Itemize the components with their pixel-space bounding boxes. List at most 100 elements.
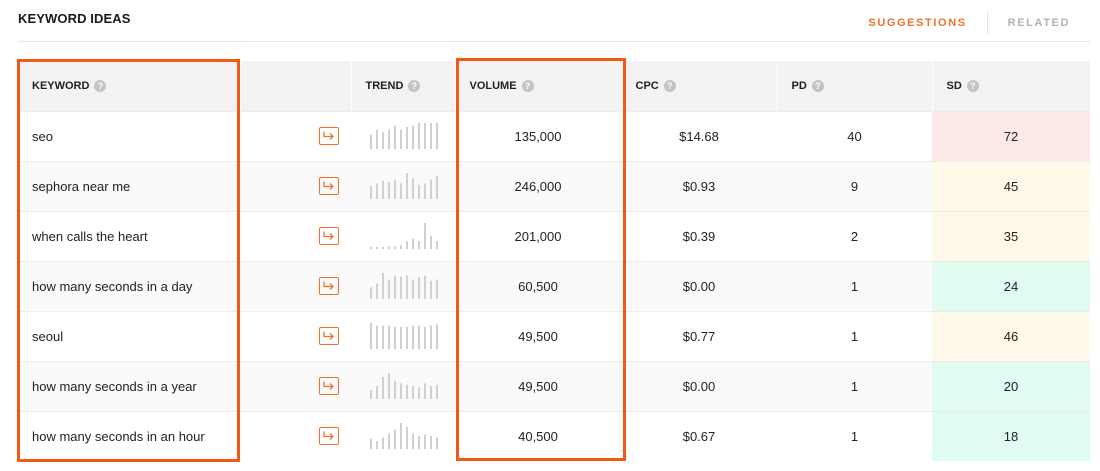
trend-bar	[406, 275, 408, 299]
trend-bar	[436, 123, 438, 149]
sd-cell: 20	[932, 360, 1090, 411]
table-row[interactable]: how many seconds in a day 60,500 $0.00 1…	[18, 260, 1090, 311]
trend-bar	[370, 134, 372, 149]
open-keyword-button[interactable]	[319, 227, 339, 245]
trend-bar	[382, 325, 384, 349]
table-row[interactable]: when calls the heart 201,000 $0.39 2 35	[18, 210, 1090, 261]
column-header-keyword[interactable]: KEYWORD?	[18, 61, 241, 111]
pd-cell: 9	[777, 160, 932, 211]
keyword-cell[interactable]: when calls the heart	[18, 210, 240, 261]
table-row[interactable]: how many seconds in an hour 40,500 $0.67…	[18, 410, 1090, 461]
trend-sparkline	[370, 373, 438, 399]
column-header-action	[240, 61, 352, 111]
trend-bar	[424, 326, 426, 349]
trend-bar	[412, 325, 414, 349]
trend-bar	[406, 241, 408, 249]
keyword-cell[interactable]: sephora near me	[18, 160, 240, 211]
arrow-return-icon	[323, 131, 334, 140]
trend-bar	[418, 325, 420, 349]
trend-bar	[388, 279, 390, 299]
table-row[interactable]: how many seconds in a year 49,500 $0.00 …	[18, 360, 1090, 411]
trend-bar	[382, 132, 384, 149]
trend-bar	[394, 246, 396, 249]
column-header-trend[interactable]: TREND?	[351, 61, 456, 111]
tab-suggestions[interactable]: SUGGESTIONS	[868, 17, 966, 29]
trend-bar	[424, 183, 426, 199]
pd-cell: 1	[777, 260, 932, 311]
trend-bar	[370, 389, 372, 399]
trend-bar	[370, 323, 372, 349]
cpc-cell: $0.67	[621, 410, 777, 461]
table-row[interactable]: sephora near me 246,000 $0.93 9 45	[18, 160, 1090, 211]
help-icon[interactable]: ?	[811, 79, 824, 92]
volume-cell: 135,000	[455, 110, 621, 161]
trend-bar	[406, 427, 408, 450]
page-title: KEYWORD IDEAS	[18, 11, 131, 26]
volume-cell: 40,500	[455, 410, 621, 461]
open-keyword-button[interactable]	[319, 427, 339, 446]
trend-sparkline	[370, 423, 438, 450]
trend-bar	[388, 325, 390, 349]
tab-related[interactable]: RELATED	[1008, 17, 1070, 29]
keyword-cell[interactable]: seoul	[18, 310, 240, 361]
trend-bar	[418, 184, 420, 199]
keyword-cell[interactable]: how many seconds in an hour	[18, 410, 240, 461]
trend-bar	[376, 283, 378, 299]
trend-bar	[430, 236, 432, 249]
column-label-trend: TREND	[365, 79, 404, 92]
trend-bar	[388, 246, 390, 249]
help-icon[interactable]: ?	[966, 79, 979, 92]
trend-bar	[412, 125, 414, 149]
trend-bar	[376, 129, 378, 149]
open-keyword-button[interactable]	[319, 127, 339, 145]
open-keyword-button[interactable]	[319, 327, 339, 345]
arrow-return-icon	[323, 331, 334, 340]
keyword-table: KEYWORD? TREND? VOLUME? CPC? PD? SD? seo…	[18, 61, 1091, 461]
arrow-return-icon	[323, 281, 334, 290]
keyword-cell[interactable]: how many seconds in a year	[18, 360, 240, 411]
help-icon[interactable]: ?	[663, 79, 676, 92]
trend-bar	[388, 433, 390, 450]
pd-cell: 1	[777, 410, 932, 461]
table-row[interactable]: seo 135,000 $14.68 40 72	[18, 110, 1090, 161]
trend-bar	[412, 433, 414, 450]
trend-bar	[376, 325, 378, 349]
trend-bar	[400, 326, 402, 349]
help-icon[interactable]: ?	[521, 79, 534, 92]
sd-cell: 35	[932, 210, 1090, 261]
trend-bar	[382, 437, 384, 450]
column-header-cpc[interactable]: CPC?	[621, 61, 778, 111]
trend-bar	[388, 182, 390, 199]
trend-bar	[418, 436, 420, 450]
trend-bar	[436, 384, 438, 399]
trend-bar	[394, 429, 396, 450]
open-keyword-button[interactable]	[319, 277, 339, 295]
trend-bar	[412, 279, 414, 299]
trend-bar	[436, 241, 438, 249]
open-keyword-button[interactable]	[319, 177, 339, 195]
keyword-cell[interactable]: how many seconds in a day	[18, 260, 240, 311]
help-icon[interactable]: ?	[408, 79, 421, 92]
keyword-cell[interactable]: seo	[18, 110, 240, 161]
pd-cell: 40	[777, 110, 932, 161]
trend-bar	[400, 129, 402, 149]
open-keyword-button[interactable]	[319, 377, 339, 395]
trend-bar	[430, 280, 432, 299]
trend-bar	[394, 125, 396, 149]
trend-sparkline	[370, 173, 438, 199]
trend-bar	[436, 175, 438, 199]
pd-cell: 2	[777, 210, 932, 261]
column-label-pd: PD	[791, 79, 807, 92]
column-header-pd[interactable]: PD?	[777, 61, 933, 111]
column-header-volume[interactable]: VOLUME?	[455, 61, 622, 111]
help-icon[interactable]: ?	[94, 79, 107, 92]
table-row[interactable]: seoul 49,500 $0.77 1 46	[18, 310, 1090, 361]
trend-bar	[376, 246, 378, 249]
volume-cell: 201,000	[455, 210, 621, 261]
trend-bar	[400, 183, 402, 199]
arrow-return-icon	[323, 181, 334, 190]
tab-bar: SUGGESTIONS RELATED	[868, 12, 1070, 34]
column-header-sd[interactable]: SD?	[932, 61, 1091, 111]
keyword-ideas-header: KEYWORD IDEAS SUGGESTIONS RELATED	[18, 0, 1090, 42]
arrow-return-icon	[323, 231, 334, 240]
